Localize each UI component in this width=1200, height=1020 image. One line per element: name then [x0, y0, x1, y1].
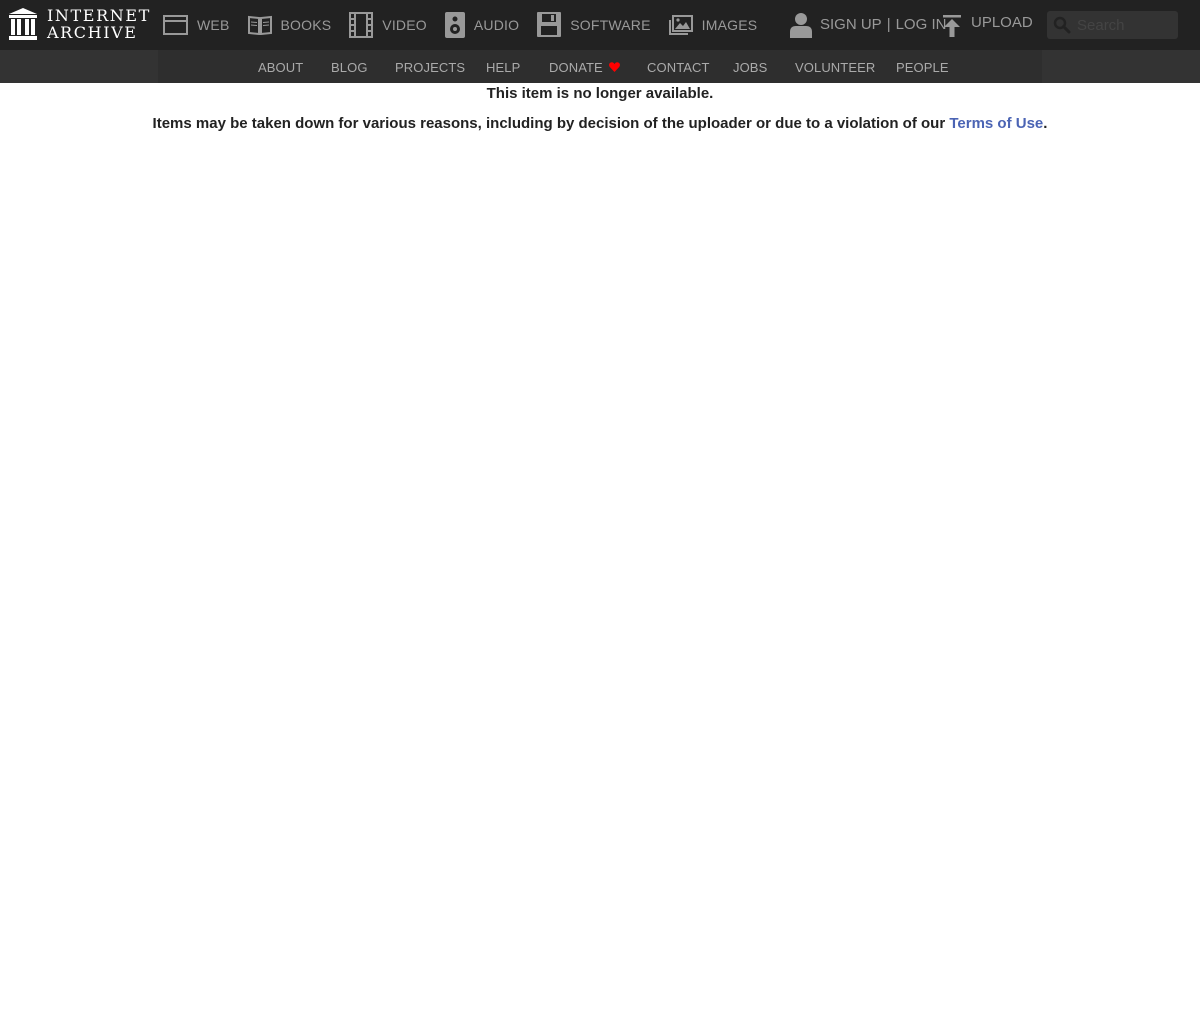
archive-building-icon	[9, 8, 37, 40]
upload-label: UPLOAD	[971, 14, 1033, 31]
subnav-about[interactable]: ABOUT	[258, 50, 303, 83]
nav-images[interactable]: IMAGES	[668, 0, 758, 49]
subnav-donate-label: DONATE	[549, 60, 603, 75]
media-type-nav: WEB BOOKS VIDEO AUDIO SOFTWARE IMAGES	[163, 0, 775, 49]
images-icon	[668, 14, 693, 35]
nav-video[interactable]: VIDEO	[349, 0, 427, 49]
logo-wordmark: INTERNET ARCHIVE	[47, 7, 151, 41]
nav-images-label: IMAGES	[701, 16, 758, 33]
secondary-navbar: ABOUT BLOG PROJECTS HELP DONATE CONTACT …	[0, 49, 1200, 83]
nav-books[interactable]: BOOKS	[247, 0, 332, 49]
subnav-contact[interactable]: CONTACT	[647, 50, 710, 83]
nav-web-label: WEB	[197, 16, 230, 33]
takedown-message: Items may be taken down for various reas…	[0, 114, 1200, 134]
subnav-blog[interactable]: BLOG	[331, 50, 368, 83]
search-input[interactable]	[1075, 15, 1171, 35]
speaker-icon	[444, 11, 465, 38]
unavailable-title: This item is no longer available.	[486, 85, 714, 102]
nav-video-label: VIDEO	[382, 16, 427, 33]
logo-line-2: ARCHIVE	[47, 23, 138, 42]
subnav-volunteer[interactable]: VOLUNTEER	[795, 50, 875, 83]
user-icon	[790, 12, 812, 38]
upload-icon	[942, 14, 962, 37]
takedown-message-text: Items may be taken down for various reas…	[152, 115, 950, 132]
nav-web[interactable]: WEB	[163, 0, 230, 49]
subnav-help[interactable]: HELP	[486, 50, 520, 83]
search-field[interactable]	[1047, 11, 1178, 39]
logo-line-1: INTERNET	[47, 6, 151, 25]
account-separator: |	[886, 16, 891, 33]
subnav-projects[interactable]: PROJECTS	[395, 50, 465, 83]
upload-button[interactable]: UPLOAD	[942, 0, 1033, 49]
secondary-nav-links: ABOUT BLOG PROJECTS HELP DONATE CONTACT …	[158, 50, 1042, 83]
sign-up-link[interactable]: SIGN UP	[820, 16, 882, 33]
floppy-disk-icon	[537, 12, 562, 37]
takedown-message-period: .	[1043, 115, 1048, 132]
books-icon	[247, 15, 272, 35]
heart-icon	[608, 62, 620, 72]
web-icon	[163, 14, 188, 35]
nav-audio-label: AUDIO	[473, 16, 520, 33]
account-links: SIGN UP | LOG IN	[790, 0, 946, 49]
nav-software[interactable]: SOFTWARE	[537, 0, 650, 49]
terms-of-use-link[interactable]: Terms of Use	[949, 115, 1043, 132]
nav-audio[interactable]: AUDIO	[444, 0, 520, 49]
top-navbar: INTERNET ARCHIVE WEB BOOKS VIDEO AUDIO S…	[0, 0, 1200, 49]
log-in-link[interactable]: LOG IN	[896, 16, 947, 33]
subnav-donate[interactable]: DONATE	[549, 50, 620, 83]
internet-archive-logo[interactable]: INTERNET ARCHIVE	[8, 7, 151, 43]
subnav-people[interactable]: PEOPLE	[896, 50, 949, 83]
search-icon	[1053, 16, 1071, 34]
nav-software-label: SOFTWARE	[570, 16, 651, 33]
nav-books-label: BOOKS	[280, 16, 332, 33]
film-icon	[349, 11, 374, 38]
subnav-jobs[interactable]: JOBS	[733, 50, 767, 83]
main-content: This item is no longer available. Items …	[0, 83, 1200, 134]
